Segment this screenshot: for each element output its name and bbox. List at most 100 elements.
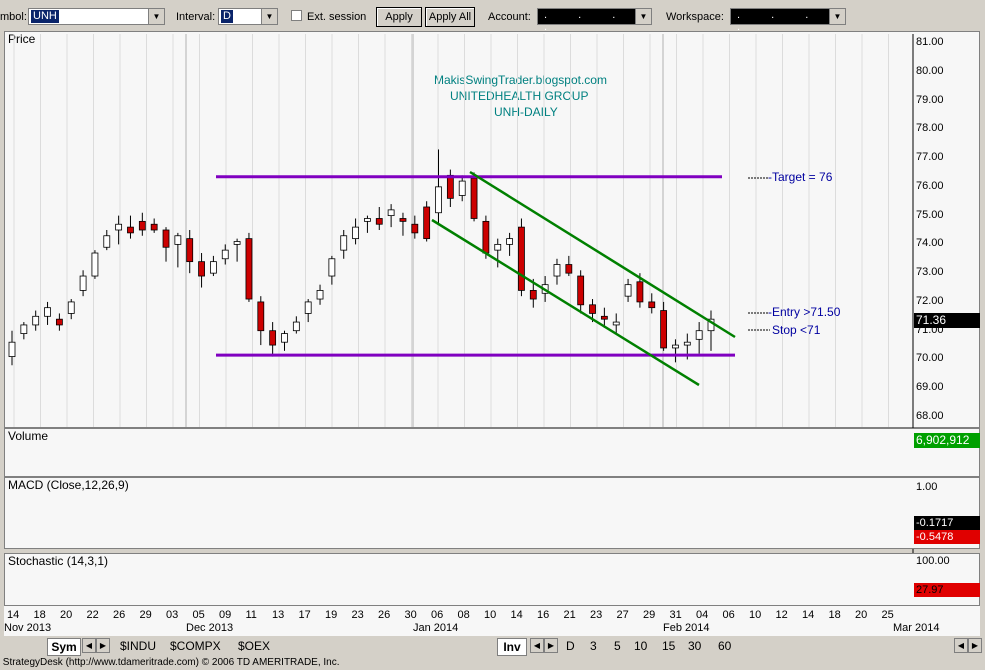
tab-indu[interactable]: $INDU (120, 638, 156, 654)
prev-icon[interactable]: ◀ (82, 638, 96, 653)
candle-body (600, 315, 608, 320)
date-tick-label: 14 (7, 609, 20, 621)
price-tick-label: 73.00 (916, 266, 944, 279)
date-tick-label: 08 (457, 609, 470, 621)
candle-body (115, 223, 123, 231)
month-label: Jan 2014 (413, 622, 459, 634)
candle-body (162, 229, 170, 248)
candle-body (221, 249, 229, 260)
date-tick-label: 12 (775, 609, 788, 621)
next-icon[interactable]: ▶ (544, 638, 558, 653)
stoch-top-label: 100.00 (916, 555, 950, 567)
month-label: Dec 2013 (186, 622, 234, 634)
candle-body (470, 177, 478, 219)
candle-body (269, 330, 277, 346)
month-label: Feb 2014 (663, 622, 710, 634)
tab-interval-d[interactable]: D (566, 638, 575, 654)
candle-body (304, 301, 312, 314)
date-tick-label: 17 (298, 609, 311, 621)
price-tick-label: 80.00 (916, 64, 944, 77)
tab-interval-60[interactable]: 60 (718, 638, 731, 654)
date-axis: 14 18 20 22 26 29 03 05 09 11 13 17 19 23 26 30 06 08 10 14… (4, 606, 980, 636)
tab-interval-30[interactable]: 30 (688, 638, 701, 654)
last-price-badge: 71.36 (914, 313, 980, 328)
price-tick-label: 74.00 (916, 237, 944, 250)
date-tick-label: 04 (696, 609, 709, 621)
date-tick-label: 10 (749, 609, 762, 621)
candle-body (553, 264, 561, 277)
candle-body (292, 321, 300, 332)
candle-body (257, 301, 265, 332)
candle-body (210, 261, 217, 274)
tab-interval-5[interactable]: 5 (614, 638, 621, 654)
price-tick-label: 70.00 (916, 352, 944, 365)
date-tick-label: 06 (722, 609, 735, 621)
stochastic-panel[interactable] (4, 553, 980, 606)
candle-body (683, 341, 691, 346)
tab-interval-3[interactable]: 3 (590, 638, 597, 654)
date-tick-label: 09 (219, 609, 232, 621)
candle-body (138, 220, 146, 231)
month-label: Mar 2014 (893, 622, 940, 634)
tab-inv[interactable]: Inv (497, 638, 527, 656)
signal-badge: -0.5478 (914, 530, 980, 544)
macd-title: MACD (Close,12,26,9) (8, 478, 129, 492)
tab-interval-15[interactable]: 15 (662, 638, 675, 654)
candle-body (518, 226, 525, 291)
date-tick-label: 26 (378, 609, 391, 621)
stochastic-title: Stochastic (14,3,1) (8, 554, 109, 568)
price-tick-label: 77.00 (916, 151, 944, 164)
candle-body (20, 324, 28, 334)
candle-body (340, 235, 348, 251)
candle-body (67, 301, 75, 314)
candle-body (399, 218, 407, 222)
price-tick-label: 78.00 (916, 122, 944, 135)
date-tick-label: 31 (669, 609, 682, 621)
candle-body (174, 235, 182, 245)
candle-body (245, 238, 253, 300)
volume-title: Volume (8, 429, 49, 443)
next-icon[interactable]: ▶ (96, 638, 110, 653)
macd-badge: -0.1717 (914, 516, 980, 530)
tab-sym[interactable]: Sym (47, 638, 81, 656)
price-axis: 81.00 80.00 79.00 78.00 77.00 76.00 75.00 74.00… (914, 33, 980, 428)
entry-label: -Entry >71.50 (768, 305, 841, 319)
date-tick-label: 23 (590, 609, 603, 621)
candle-body (387, 209, 395, 217)
date-tick-label: 20 (60, 609, 73, 621)
candle-body (55, 318, 63, 326)
candle-body (672, 344, 679, 349)
date-tick-label: 25 (881, 609, 894, 621)
candle-body (233, 241, 241, 245)
stoch-badge: 27.97 (914, 583, 980, 597)
candle-body (32, 315, 40, 326)
volume-panel[interactable] (4, 428, 980, 477)
date-tick-label: 18 (33, 609, 46, 621)
price-tick-label: 81.00 (916, 36, 944, 48)
candle-body (186, 238, 194, 263)
candle-body (150, 223, 158, 231)
date-tick-label: 23 (351, 609, 364, 621)
candle-body (577, 275, 585, 306)
date-tick-label: 19 (325, 609, 338, 621)
macd-panel[interactable] (4, 477, 980, 549)
next-icon[interactable]: ▶ (968, 638, 982, 653)
date-tick-label: 18 (828, 609, 841, 621)
candle-body (624, 284, 632, 297)
tab-interval-10[interactable]: 10 (634, 638, 647, 654)
month-label: Nov 2013 (4, 622, 52, 634)
price-tick-label: 79.00 (916, 93, 944, 106)
tab-compx[interactable]: $COMPX (170, 638, 221, 654)
candle-body (506, 238, 513, 245)
price-tick-label: 72.00 (916, 294, 944, 307)
channel-lower-line (431, 218, 700, 387)
prev-icon[interactable]: ◀ (954, 638, 968, 653)
candle-body (411, 223, 419, 234)
candle-body (103, 235, 111, 248)
tab-oex[interactable]: $OEX (238, 638, 270, 654)
candle-body (660, 310, 668, 349)
candle-body (494, 243, 502, 251)
candle-body (529, 290, 537, 300)
prev-icon[interactable]: ◀ (530, 638, 544, 653)
volume-badge: 6,902,912 (914, 433, 980, 448)
